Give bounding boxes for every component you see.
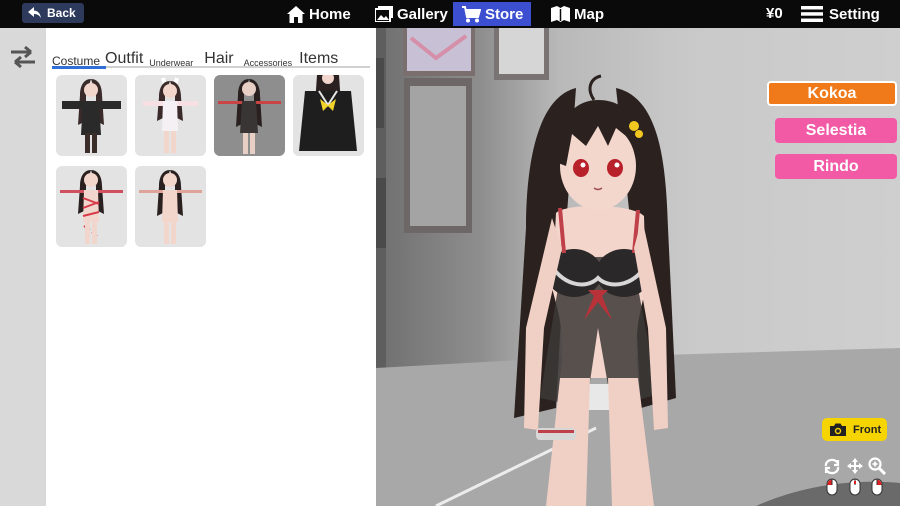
rotate-icon[interactable] xyxy=(823,457,841,475)
home-icon xyxy=(287,5,305,23)
money-display: ¥0 xyxy=(766,5,783,22)
gallery-icon xyxy=(375,6,393,22)
outfit-thumb-lingerie[interactable] xyxy=(214,75,285,156)
nav-map[interactable]: Map xyxy=(551,3,604,25)
nav-gallery[interactable]: Gallery xyxy=(375,3,448,25)
back-button[interactable]: Back xyxy=(22,3,84,23)
cart-icon xyxy=(462,5,481,22)
nav-store[interactable]: Store xyxy=(453,2,531,26)
mouse-left-icon xyxy=(826,478,838,496)
outfit-thumb-rope[interactable] xyxy=(56,166,127,247)
character-button-selestia[interactable]: Selestia xyxy=(775,118,897,143)
top-navigation-bar: Back Home Gallery Store Map ¥0 Setting xyxy=(0,0,900,28)
nav-map-label: Map xyxy=(574,5,604,23)
nav-gallery-label: Gallery xyxy=(397,5,448,23)
active-tab-indicator xyxy=(52,66,106,69)
left-strip xyxy=(0,28,46,506)
swap-icon[interactable] xyxy=(9,44,37,70)
category-tabs: Costume Outfit Underwear Hair Accessorie… xyxy=(52,44,370,68)
front-camera-button[interactable]: Front xyxy=(822,418,887,441)
back-arrow-icon xyxy=(28,7,41,18)
outfit-thumb-black-jacket[interactable] xyxy=(56,75,127,156)
mouse-middle-icon xyxy=(849,478,861,496)
outfit-thumb-sailor-uniform[interactable] xyxy=(293,75,364,156)
nav-home-label: Home xyxy=(309,5,351,23)
map-icon xyxy=(551,6,570,22)
nav-store-label: Store xyxy=(485,5,524,23)
back-label: Back xyxy=(47,6,76,20)
character-button-kokoa[interactable]: Kokoa xyxy=(767,81,897,106)
setting-button[interactable]: Setting xyxy=(801,3,880,25)
setting-label: Setting xyxy=(829,5,880,23)
outfit-thumb-nude[interactable] xyxy=(135,166,206,247)
front-label: Front xyxy=(853,423,882,436)
zoom-icon[interactable] xyxy=(868,457,886,475)
character-button-rindo[interactable]: Rindo xyxy=(775,154,897,179)
mouse-right-icon xyxy=(871,478,883,496)
camera-icon xyxy=(830,423,846,436)
move-icon[interactable] xyxy=(846,457,864,475)
wardrobe-panel: Costume Outfit Underwear Hair Accessorie… xyxy=(46,28,376,506)
nav-home[interactable]: Home xyxy=(287,3,351,25)
menu-icon xyxy=(801,6,823,22)
outfit-thumb-white-bunny[interactable] xyxy=(135,75,206,156)
